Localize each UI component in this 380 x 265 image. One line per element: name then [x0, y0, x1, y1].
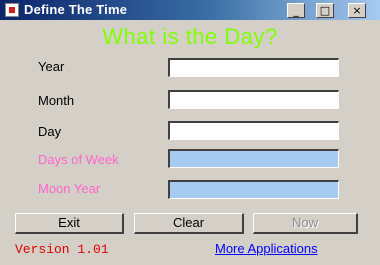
clear-button[interactable]: Clear: [134, 213, 244, 234]
title-bar[interactable]: Define The Time _ □ ×: [0, 0, 380, 20]
window-title: Define The Time: [24, 2, 128, 17]
more-applications-link[interactable]: More Applications: [215, 241, 318, 256]
month-label: Month: [38, 93, 75, 108]
exit-button[interactable]: Exit: [15, 213, 124, 234]
day-input[interactable]: [168, 121, 339, 140]
moon-year-label: Moon Year: [38, 181, 101, 196]
close-button[interactable]: ×: [348, 3, 366, 18]
year-input[interactable]: [168, 58, 339, 77]
version-label: Version 1.01: [15, 242, 109, 257]
year-label: Year: [38, 59, 65, 74]
days-of-week-label: Days of Week: [38, 152, 119, 167]
day-label: Day: [38, 124, 62, 139]
maximize-button[interactable]: □: [316, 3, 334, 18]
now-button[interactable]: Now: [253, 213, 358, 234]
app-window: Define The Time _ □ × What is the Day? Y…: [0, 0, 380, 265]
app-icon: [5, 3, 19, 17]
days-of-week-output: [168, 149, 339, 168]
minimize-button[interactable]: _: [287, 3, 305, 18]
heading: What is the Day?: [102, 24, 278, 49]
month-input[interactable]: [168, 90, 339, 109]
moon-year-output: [168, 180, 339, 199]
